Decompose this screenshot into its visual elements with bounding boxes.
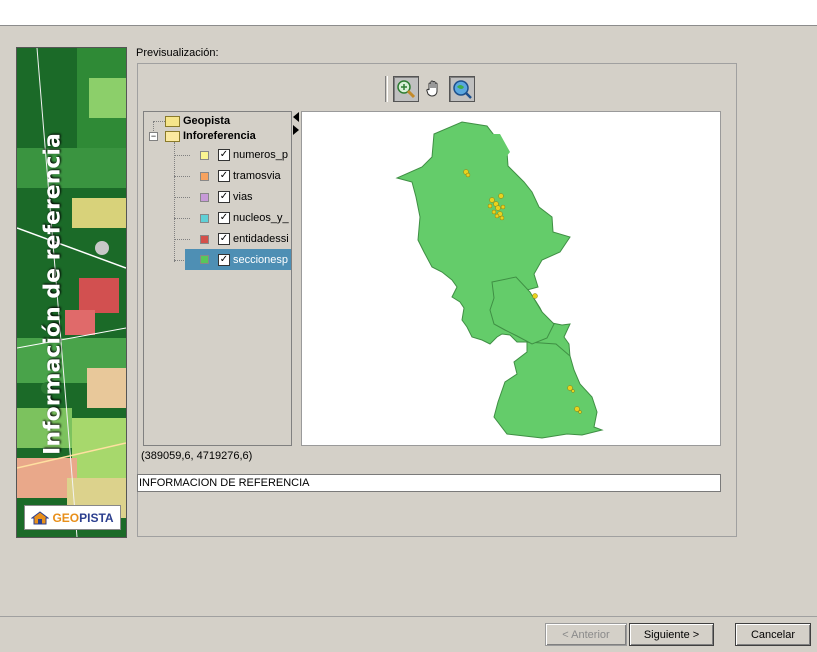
- collapse-left-icon[interactable]: [293, 112, 299, 122]
- layer-item-nucleos[interactable]: ✓ nucleos_y_: [200, 210, 289, 226]
- pan-button[interactable]: [421, 76, 447, 102]
- layer-item-vias[interactable]: ✓ vias: [200, 189, 253, 205]
- previous-button[interactable]: < Anterior: [545, 623, 627, 646]
- layer-label: entidadessi: [233, 233, 289, 245]
- cancel-button[interactable]: Cancelar: [735, 623, 811, 646]
- layer-visibility-checkbox[interactable]: ✓: [218, 253, 230, 266]
- map-collage-image: [17, 48, 126, 537]
- sidebar-image: Información de referencia GEOPISTA: [16, 47, 127, 538]
- municipality-polygon: [472, 134, 510, 162]
- layer-label: seccionesp: [233, 253, 289, 266]
- layer-item-tramosvia[interactable]: ✓ tramosvia: [200, 168, 281, 184]
- zoom-in-button[interactable]: [393, 76, 419, 102]
- toolbar-separator: [385, 76, 388, 102]
- tree-connector: [153, 121, 165, 122]
- tree-node-inforeferencia[interactable]: Inforeferencia: [165, 128, 256, 144]
- layer-visibility-checkbox[interactable]: ✓: [218, 191, 230, 203]
- layer-label: tramosvia: [233, 170, 281, 182]
- button-bar-divider: [0, 616, 817, 617]
- tree-connector: [174, 197, 190, 198]
- tree-connector: [174, 176, 190, 177]
- layer-label: nucleos_y_: [233, 212, 289, 224]
- collapse-toggle-icon[interactable]: −: [149, 132, 158, 141]
- layer-color-swatch: [200, 171, 209, 181]
- pan-hand-icon: [426, 80, 438, 97]
- layer-color-swatch: [200, 192, 209, 202]
- layer-color-swatch: [200, 150, 209, 160]
- geopista-logo: GEOPISTA: [24, 505, 121, 530]
- layer-item-secciones[interactable]: ✓ seccionesp: [185, 249, 291, 270]
- house-icon: [31, 510, 50, 524]
- zoom-extent-button[interactable]: [449, 76, 475, 102]
- coordinates-readout: (389059,6, 4719276,6): [141, 450, 253, 462]
- layer-visibility-checkbox[interactable]: ✓: [218, 149, 230, 161]
- tree-connector: [174, 239, 190, 240]
- layer-tree[interactable]: Geopista − Inforeferencia ✓ numeros_p ✓ …: [143, 111, 292, 446]
- preview-label: Previsualización:: [136, 47, 219, 59]
- wizard-dialog: Información de referencia GEOPISTA Previ…: [0, 25, 817, 652]
- layer-color-swatch: [200, 234, 209, 244]
- layer-item-numeros[interactable]: ✓ numeros_p: [200, 147, 288, 163]
- zoom-extent-icon: [453, 80, 472, 99]
- zoom-in-icon: [397, 80, 416, 99]
- expand-right-icon[interactable]: [293, 125, 299, 135]
- layer-color-swatch: [200, 255, 209, 264]
- tree-connector: [174, 218, 190, 219]
- layer-visibility-checkbox[interactable]: ✓: [218, 170, 230, 182]
- map-toolbar: [385, 75, 475, 103]
- logo-text-geo: GEO: [52, 510, 80, 525]
- layer-color-swatch: [200, 213, 209, 223]
- folder-icon: [165, 115, 180, 127]
- tree-node-label: Geopista: [183, 115, 231, 127]
- splitter-arrows[interactable]: [293, 112, 299, 138]
- tree-connector: [174, 142, 175, 262]
- map-canvas: [395, 121, 604, 439]
- tree-node-label: Inforeferencia: [183, 130, 256, 142]
- reference-name-input[interactable]: [137, 474, 721, 492]
- municipality-polygon: [493, 341, 604, 439]
- layer-item-entidades[interactable]: ✓ entidadessi: [200, 231, 289, 247]
- layer-visibility-checkbox[interactable]: ✓: [218, 212, 230, 224]
- layer-visibility-checkbox[interactable]: ✓: [218, 233, 230, 245]
- tree-node-geopista[interactable]: Geopista: [165, 113, 230, 129]
- map-view[interactable]: [301, 111, 721, 446]
- open-folder-icon: [165, 130, 180, 142]
- logo-text-pista: PISTA: [79, 510, 114, 525]
- next-button[interactable]: Siguiente >: [629, 623, 714, 646]
- layer-label: vias: [233, 191, 253, 203]
- tree-connector: [174, 155, 190, 156]
- layer-label: numeros_p: [233, 149, 289, 161]
